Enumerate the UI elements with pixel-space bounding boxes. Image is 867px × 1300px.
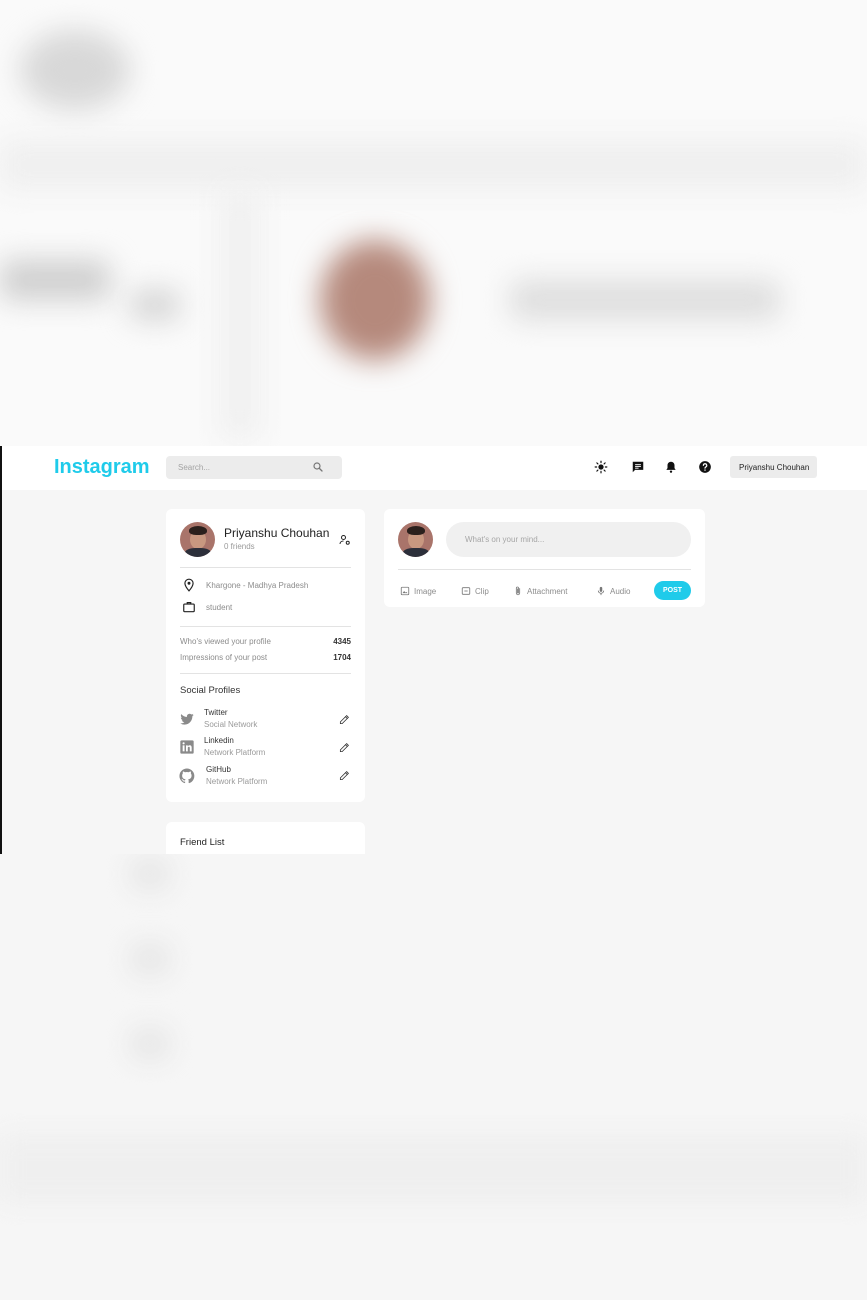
social-profiles-title: Social Profiles bbox=[180, 685, 241, 696]
help-icon[interactable] bbox=[698, 460, 712, 474]
divider bbox=[180, 673, 351, 674]
social-name-github[interactable]: GitHub bbox=[206, 765, 231, 774]
location-text: Khargone - Madhya Pradesh bbox=[206, 581, 309, 590]
search-bar bbox=[166, 456, 342, 479]
search-input[interactable] bbox=[178, 456, 308, 479]
user-select[interactable]: Priyanshu Chouhan bbox=[730, 456, 817, 478]
blurred-backdrop-top bbox=[0, 0, 867, 446]
friends-count: 0 friends bbox=[224, 542, 255, 551]
post-button[interactable]: POST bbox=[654, 581, 691, 600]
profile-views-value: 4345 bbox=[333, 637, 351, 646]
image-action-label: Image bbox=[414, 586, 437, 596]
occupation-text: student bbox=[206, 603, 233, 612]
work-icon bbox=[183, 602, 195, 613]
clip-icon bbox=[461, 587, 471, 595]
post-input[interactable] bbox=[446, 522, 691, 557]
location-icon bbox=[184, 578, 194, 592]
microphone-icon bbox=[597, 586, 605, 596]
impressions-label: Impressions of your post bbox=[180, 653, 268, 662]
profile-card: Priyanshu Chouhan 0 friends Khargone - M… bbox=[166, 509, 365, 802]
audio-action-label: Audio bbox=[610, 586, 631, 596]
search-icon[interactable] bbox=[312, 461, 324, 473]
navbar: Instagram Search... Priyanshu Chouhan bbox=[2, 446, 867, 490]
image-action-button[interactable]: Image bbox=[400, 585, 436, 597]
blurred-backdrop-bottom bbox=[0, 854, 867, 1300]
social-sub-github: Network Platform bbox=[206, 777, 268, 786]
avatar[interactable] bbox=[180, 522, 215, 557]
divider bbox=[398, 569, 691, 570]
edit-icon[interactable] bbox=[339, 742, 350, 753]
social-sub-twitter: Social Network bbox=[204, 720, 258, 729]
social-name-twitter[interactable]: Twitter bbox=[204, 708, 228, 717]
profile-name[interactable]: Priyanshu Chouhan bbox=[224, 526, 329, 540]
message-icon[interactable] bbox=[631, 460, 645, 474]
friend-list-title: Friend List bbox=[180, 837, 225, 848]
create-post-card: Image Clip Attachment Audio POST bbox=[384, 509, 705, 607]
manage-accounts-icon[interactable] bbox=[339, 534, 351, 546]
attachment-action-label: Attachment bbox=[527, 586, 568, 596]
edit-icon[interactable] bbox=[339, 714, 350, 725]
divider bbox=[180, 626, 351, 627]
attachment-icon bbox=[515, 586, 521, 596]
edit-icon[interactable] bbox=[339, 770, 350, 781]
profile-views-label: Who's viewed your profile bbox=[180, 637, 271, 646]
logo[interactable]: Instagram bbox=[54, 456, 150, 479]
linkedin-icon[interactable] bbox=[179, 739, 195, 755]
attachment-action-button[interactable]: Attachment bbox=[513, 585, 567, 597]
twitter-icon[interactable] bbox=[179, 711, 195, 727]
image-icon bbox=[400, 586, 410, 596]
notification-bell-icon[interactable] bbox=[664, 460, 678, 474]
github-icon[interactable] bbox=[178, 767, 196, 785]
divider bbox=[180, 567, 351, 568]
impressions-value: 1704 bbox=[333, 653, 351, 662]
avatar[interactable] bbox=[398, 522, 433, 557]
light-mode-icon[interactable] bbox=[594, 460, 608, 474]
social-name-linkedin[interactable]: Linkedin bbox=[204, 736, 234, 745]
clip-action-label: Clip bbox=[475, 586, 489, 596]
app-window: Instagram Search... Priyanshu Chouhan Pr… bbox=[0, 446, 867, 854]
clip-action-button[interactable]: Clip bbox=[461, 585, 489, 597]
audio-action-button[interactable]: Audio bbox=[596, 585, 630, 597]
friend-list-card: Friend List bbox=[166, 822, 365, 854]
social-sub-linkedin: Network Platform bbox=[204, 748, 266, 757]
